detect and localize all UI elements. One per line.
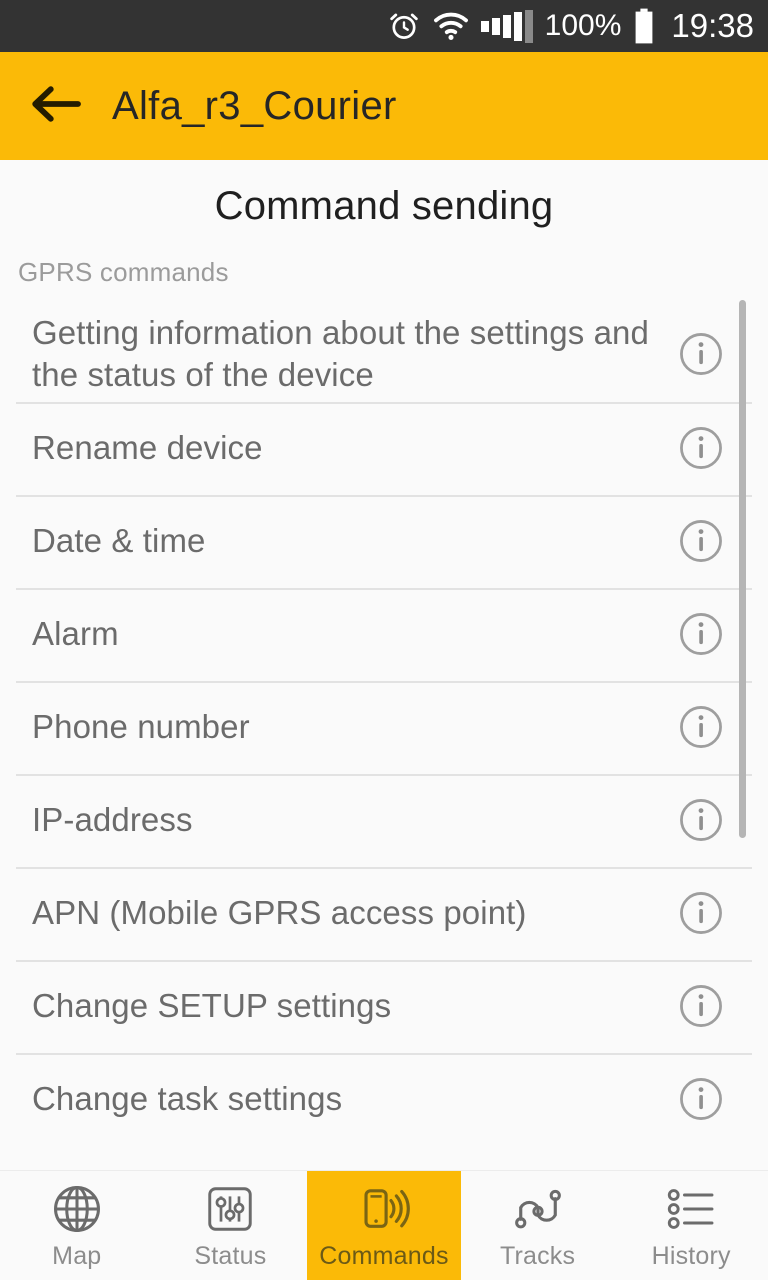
sliders-icon [203, 1181, 257, 1237]
status-bar-clock: 19:38 [671, 7, 754, 44]
info-icon[interactable] [678, 518, 724, 564]
info-icon[interactable] [678, 425, 724, 471]
command-row[interactable]: Phone number [0, 680, 768, 774]
nav-label-history: History [651, 1242, 731, 1270]
nav-label-map: Map [52, 1242, 102, 1270]
wifi-icon [433, 11, 469, 41]
command-label: Change SETUP settings [32, 987, 392, 1025]
info-icon[interactable] [678, 797, 724, 843]
info-icon[interactable] [678, 1076, 724, 1122]
bottom-navigation-bar: Map Status Commands Tracks History [0, 1170, 768, 1280]
nav-label-tracks: Tracks [499, 1242, 576, 1270]
scrollbar-thumb[interactable] [739, 300, 746, 838]
info-icon[interactable] [678, 704, 724, 750]
command-row[interactable]: Alarm [0, 587, 768, 681]
info-icon[interactable] [678, 611, 724, 657]
command-row[interactable]: APN (Mobile GPRS access point) [0, 866, 768, 960]
command-list: Getting information about the settings a… [0, 306, 768, 1146]
route-icon [510, 1181, 566, 1237]
info-icon[interactable] [678, 331, 724, 377]
nav-item-tracks[interactable]: Tracks [461, 1171, 615, 1280]
alarm-clock-icon [387, 9, 421, 43]
command-label: Date & time [32, 522, 206, 560]
app-bar-title: Alfa_r3_Courier [112, 83, 397, 128]
info-icon[interactable] [678, 983, 724, 1029]
command-label: Getting information about the settings a… [32, 314, 649, 393]
command-row[interactable]: Change SETUP settings [0, 959, 768, 1053]
command-row[interactable]: Change task settings [0, 1052, 768, 1146]
phone-signal-icon [356, 1181, 412, 1237]
command-row[interactable]: Date & time [0, 494, 768, 588]
section-label: GPRS commands [18, 257, 229, 287]
app-bar: Alfa_r3_Courier [0, 52, 768, 160]
page-title: Command sending [214, 184, 554, 228]
back-button[interactable] [0, 52, 112, 160]
nav-item-commands[interactable]: Commands [307, 1171, 461, 1280]
status-bar: 100% 19:38 [0, 0, 768, 52]
command-row[interactable]: Getting information about the settings a… [0, 306, 768, 402]
content-area: Command sending GPRS commands Getting in… [0, 160, 768, 1170]
app-screen: 100% 19:38 Alfa_r3_Courier Command sendi… [0, 0, 768, 1280]
nav-item-history[interactable]: History [614, 1171, 768, 1280]
command-label: Change task settings [32, 1080, 343, 1118]
battery-percentage: 100% [544, 9, 622, 42]
command-row[interactable]: Rename device [0, 401, 768, 495]
scrollbar-track[interactable] [739, 160, 746, 1170]
back-arrow-icon [30, 84, 82, 129]
list-icon [663, 1181, 719, 1237]
nav-item-map[interactable]: Map [0, 1171, 154, 1280]
nav-item-status[interactable]: Status [154, 1171, 308, 1280]
command-label: Alarm [32, 615, 119, 653]
command-row[interactable]: IP-address [0, 773, 768, 867]
nav-label-status: Status [194, 1242, 267, 1270]
info-icon[interactable] [678, 890, 724, 936]
battery-full-icon [633, 8, 655, 44]
command-label: APN (Mobile GPRS access point) [32, 894, 527, 932]
globe-icon [49, 1181, 105, 1237]
command-label: Rename device [32, 429, 263, 467]
cellular-signal-icon [480, 9, 533, 43]
nav-label-commands: Commands [319, 1242, 449, 1270]
command-label: IP-address [32, 801, 193, 839]
command-label: Phone number [32, 708, 250, 746]
